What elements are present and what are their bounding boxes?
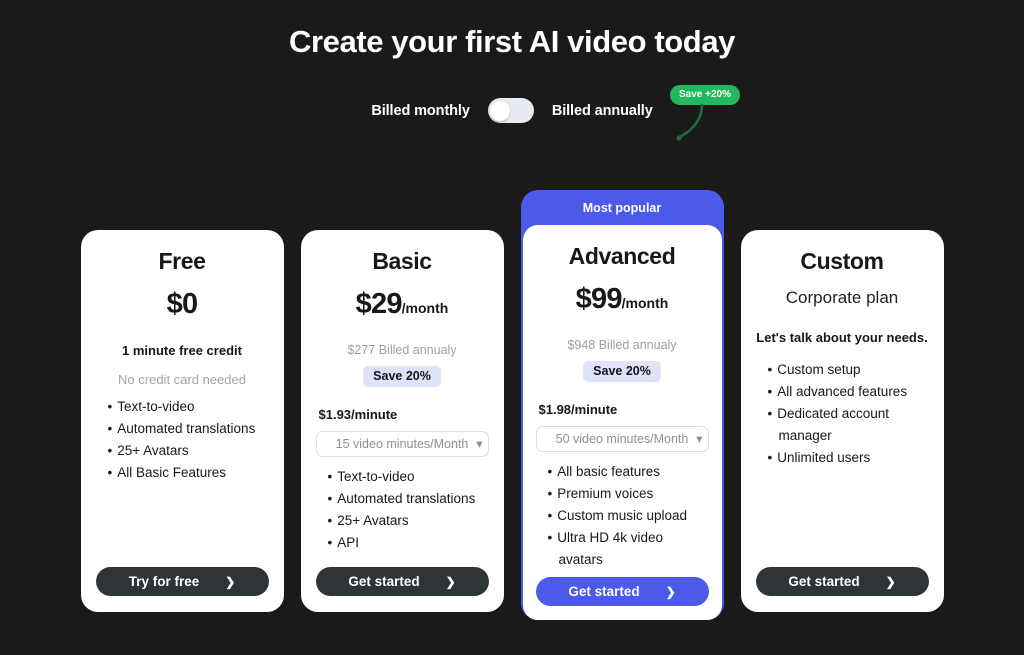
- feature-item: Premium voices: [536, 483, 709, 505]
- most-popular-banner: Most popular: [582, 201, 662, 215]
- feature-item: All Basic Features: [96, 462, 269, 484]
- card-body: Free $0 1 minute free credit No credit card…: [80, 230, 284, 612]
- feature-item: Dedicated account manager: [756, 403, 929, 447]
- video-minutes-value: 50 video minutes/Month: [555, 432, 689, 446]
- feature-item: Ultra HD 4k video avatars: [536, 527, 709, 571]
- featured-frame: Most popular Advanced $99/month $948 Billed…: [520, 190, 724, 620]
- video-minutes-select[interactable]: 50 video minutes/Month ▾: [535, 426, 709, 452]
- price-amount: $29: [355, 288, 403, 320]
- billing-toggle-row: Billed monthly Billed annually: [0, 98, 1024, 123]
- cta-button[interactable]: Get started ❯: [755, 567, 929, 596]
- feature-item: API: [316, 532, 489, 554]
- video-minutes-value: 15 video minutes/Month: [335, 437, 469, 451]
- feature-item: Text-to-video: [316, 466, 489, 488]
- price-amount: $0: [166, 288, 198, 320]
- feature-item: 25+ Avatars: [96, 440, 269, 462]
- feature-item: Custom music upload: [536, 505, 709, 527]
- save-chip-row: Save 20%: [536, 361, 709, 382]
- video-minutes-select[interactable]: 15 video minutes/Month ▾: [315, 431, 489, 457]
- cta-label: Get started: [568, 584, 640, 599]
- plan-tagline: Let's talk about your needs.: [756, 330, 928, 345]
- price-period: /month: [401, 300, 449, 316]
- card-body: Custom Corporate plan Let's talk about you…: [740, 230, 944, 612]
- billed-annually-label[interactable]: Billed annually: [552, 103, 653, 119]
- card-body: Basic $29/month $277 Billed annualy Save 20…: [300, 230, 504, 612]
- chevron-right-icon: ❯: [445, 574, 456, 589]
- feature-item: All basic features: [536, 461, 709, 483]
- plan-name: Basic: [372, 248, 432, 274]
- pricing-card-custom: Custom Corporate plan Let's talk about you…: [740, 230, 944, 612]
- plan-price: Corporate plan: [756, 288, 929, 308]
- feature-list: Custom setupAll advanced featuresDedicat…: [756, 359, 929, 469]
- feature-item: Unlimited users: [756, 447, 929, 469]
- pricing-card-basic: Basic $29/month $277 Billed annualy Save 20…: [300, 230, 504, 612]
- feature-item: Custom setup: [756, 359, 929, 381]
- pricing-cards: Free $0 1 minute free credit No credit card…: [0, 190, 1024, 622]
- plan-name: Free: [158, 248, 206, 274]
- toggle-knob: [490, 100, 511, 121]
- chevron-right-icon: ❯: [665, 584, 676, 599]
- page-title: Create your first AI video today: [289, 24, 735, 59]
- curved-arrow-icon: [676, 103, 704, 141]
- per-minute-rate: $1.98/minute: [538, 402, 618, 417]
- plan-price: $99/month: [536, 283, 709, 316]
- save-chip: Save 20%: [583, 361, 661, 382]
- feature-list: All basic featuresPremium voicesCustom m…: [536, 461, 709, 571]
- card-body: Advanced $99/month $948 Billed annualy Save…: [522, 225, 722, 620]
- pricing-card-advanced: Most popular Advanced $99/month $948 Billed…: [520, 190, 724, 622]
- save-chip-row: Save 20%: [316, 366, 489, 387]
- cta-button[interactable]: Try for free ❯: [95, 567, 269, 596]
- per-minute-rate: $1.93/minute: [318, 407, 398, 422]
- chevron-down-icon: ▾: [696, 431, 703, 446]
- billed-monthly-label[interactable]: Billed monthly: [371, 103, 470, 119]
- feature-item: Automated translations: [96, 418, 269, 440]
- cta-label: Try for free: [128, 574, 200, 589]
- chevron-right-icon: ❯: [885, 574, 896, 589]
- cta-label: Get started: [788, 574, 860, 589]
- price-period: /month: [621, 295, 669, 311]
- feature-item: All advanced features: [756, 381, 929, 403]
- cta-button[interactable]: Get started ❯: [535, 577, 709, 606]
- feature-list: Text-to-videoAutomated translations25+ A…: [96, 396, 269, 484]
- billing-period-toggle[interactable]: [487, 98, 534, 123]
- billed-annually-note: $277 Billed annualy: [347, 343, 457, 357]
- chevron-right-icon: ❯: [225, 574, 236, 589]
- feature-item: 25+ Avatars: [316, 510, 489, 532]
- plan-subtagline: No credit card needed: [118, 372, 246, 388]
- save-badge: Save +20%: [670, 85, 740, 105]
- plan-name: Custom: [800, 248, 884, 274]
- price-amount: $99: [575, 283, 623, 315]
- price-subtitle: Corporate plan: [785, 288, 899, 307]
- plan-tagline: 1 minute free credit: [122, 343, 242, 358]
- save-chip: Save 20%: [363, 366, 441, 387]
- feature-list: Text-to-videoAutomated translations25+ A…: [316, 466, 489, 554]
- plan-price: $29/month: [316, 288, 489, 321]
- plan-price: $0: [96, 288, 269, 321]
- cta-button[interactable]: Get started ❯: [315, 567, 489, 596]
- plan-name: Advanced: [568, 243, 676, 269]
- cta-label: Get started: [348, 574, 420, 589]
- pricing-card-free: Free $0 1 minute free credit No credit card…: [80, 230, 284, 612]
- chevron-down-icon: ▾: [476, 436, 483, 451]
- feature-item: Automated translations: [316, 488, 489, 510]
- billed-annually-note: $948 Billed annualy: [567, 338, 677, 352]
- feature-item: Text-to-video: [96, 396, 269, 418]
